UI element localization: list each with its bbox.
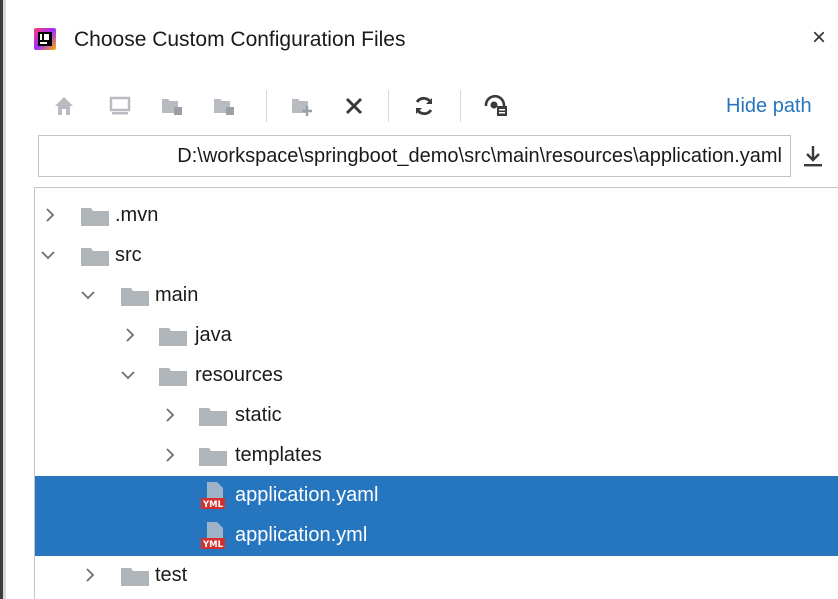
folder-icon: [199, 448, 227, 466]
folder-icon: [199, 408, 227, 426]
refresh-icon: [415, 96, 433, 116]
yaml-file-icon: YML: [201, 522, 225, 550]
toolbar-separator: [460, 90, 461, 122]
tree-item-main[interactable]: main: [35, 276, 838, 316]
tree-item-label: .mvn: [115, 204, 159, 226]
tree-item-application-yaml[interactable]: YML application.yaml: [35, 476, 838, 516]
tree-item-label: test: [155, 564, 188, 586]
tree-item-static[interactable]: static: [35, 396, 838, 436]
title-bar: Choose Custom Configuration Files ×: [6, 0, 838, 82]
tree-item-templates[interactable]: templates: [35, 436, 838, 476]
toolbar: Hide path: [6, 84, 838, 128]
new-folder-button[interactable]: [288, 92, 316, 120]
folder-icon: [121, 288, 149, 306]
desktop-icon: [109, 96, 131, 115]
folder-icon: [81, 248, 109, 266]
toolbar-separator: [266, 90, 267, 122]
tree-item-label: resources: [195, 364, 283, 386]
module-button[interactable]: [210, 92, 238, 120]
chevron-down-icon[interactable]: [119, 366, 137, 384]
folder-icon: [159, 328, 187, 346]
path-input[interactable]: D:\workspace\springboot_demo\src\main\re…: [38, 135, 791, 177]
tree-item-application-yml[interactable]: YML application.yml: [35, 516, 838, 556]
tree-item-java[interactable]: java: [35, 316, 838, 356]
file-tree[interactable]: .mvn src main java resources static temp…: [34, 187, 838, 599]
folder-icon: [81, 208, 109, 226]
tree-item-mvn[interactable]: .mvn: [35, 196, 838, 236]
tree-item-label: templates: [235, 444, 322, 466]
chevron-down-icon[interactable]: [79, 286, 97, 304]
app-logo-icon: [34, 28, 56, 50]
home-button[interactable]: [50, 92, 78, 120]
chevron-right-icon[interactable]: [161, 446, 179, 464]
tree-item-label: application.yml: [235, 524, 368, 546]
tree-item-label: application.yaml: [235, 484, 379, 506]
folder-icon: [159, 368, 187, 386]
download-icon[interactable]: [800, 143, 826, 169]
project-folder-icon: [162, 99, 182, 115]
toolbar-separator: [388, 90, 389, 122]
home-icon: [55, 97, 73, 115]
close-button[interactable]: ×: [803, 22, 835, 54]
show-hidden-icon: [484, 94, 507, 116]
path-input-value: D:\workspace\springboot_demo\src\main\re…: [177, 145, 782, 167]
yaml-file-icon: YML: [201, 482, 225, 510]
tree-item-label: main: [155, 284, 199, 306]
chevron-right-icon[interactable]: [161, 406, 179, 424]
delete-icon: [345, 97, 363, 115]
chevron-right-icon[interactable]: [41, 206, 59, 224]
chevron-down-icon[interactable]: [39, 246, 57, 264]
tree-item-label: java: [195, 324, 232, 346]
project-button[interactable]: [158, 92, 186, 120]
tree-item-label: static: [235, 404, 282, 426]
svg-text:YML: YML: [202, 500, 224, 510]
refresh-button[interactable]: [410, 92, 438, 120]
dialog-title: Choose Custom Configuration Files: [74, 28, 406, 51]
desktop-button[interactable]: [106, 92, 134, 120]
tree-item-label: src: [115, 244, 142, 266]
module-folder-icon: [214, 99, 234, 115]
tree-item-resources[interactable]: resources: [35, 356, 838, 396]
hide-path-link[interactable]: Hide path: [726, 95, 812, 118]
tree-item-test[interactable]: test: [35, 556, 838, 596]
chevron-right-icon[interactable]: [81, 566, 99, 584]
new-folder-icon: [292, 99, 312, 116]
tree-item-src[interactable]: src: [35, 236, 838, 276]
svg-text:YML: YML: [202, 540, 224, 550]
delete-button[interactable]: [340, 92, 368, 120]
folder-icon: [121, 568, 149, 586]
chevron-right-icon[interactable]: [121, 326, 139, 344]
show-hidden-button[interactable]: [482, 92, 510, 120]
